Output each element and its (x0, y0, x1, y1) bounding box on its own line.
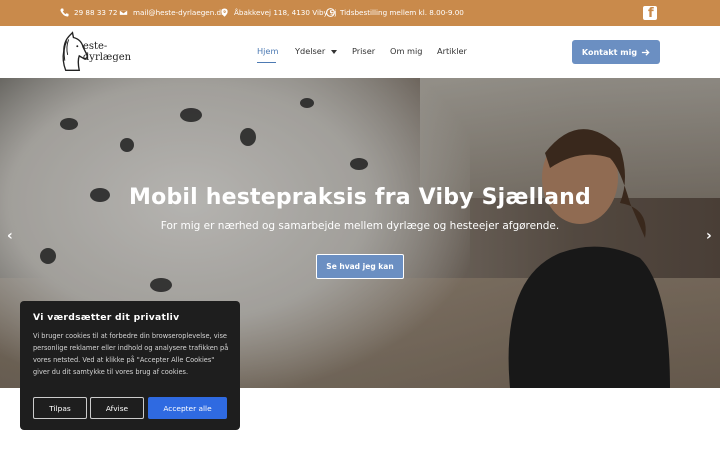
hero-subtitle: For mig er nærhed og samarbejde mellem d… (160, 220, 560, 232)
map-pin-icon (221, 8, 228, 17)
nav-item-priser[interactable]: Priser (352, 46, 375, 56)
cookie-accept-all-button[interactable]: Accepter alle (148, 397, 227, 419)
cookie-reject-button[interactable]: Afvise (90, 397, 144, 419)
phone-item[interactable]: 29 88 33 72 (60, 8, 117, 17)
chevron-down-icon (331, 49, 338, 54)
nav-item-hjem[interactable]: Hjem (257, 46, 279, 63)
site-header: este-dyrlægen Hjem Ydelser Priser Om mig… (0, 26, 720, 78)
nav-label: Hjem (257, 46, 279, 56)
contact-button[interactable]: Kontakt mig (572, 40, 660, 64)
clock-icon (326, 8, 335, 17)
cookie-customize-button[interactable]: Tilpas (33, 397, 87, 419)
nav-label: Om mig (390, 46, 423, 56)
nav-label: Priser (352, 46, 376, 56)
logo-text: este-dyrlægen (82, 41, 132, 63)
see-services-button[interactable]: Se hvad jeg kan (316, 254, 404, 279)
site-logo[interactable]: este-dyrlægen (58, 30, 153, 74)
hours-item: Tidsbestilling mellem kl. 8.00-9.00 (326, 8, 464, 17)
nav-label: Artikler (437, 46, 467, 56)
hours-text: Tidsbestilling mellem kl. 8.00-9.00 (340, 8, 464, 17)
facebook-icon[interactable]: f (643, 6, 657, 21)
nav-item-om-mig[interactable]: Om mig (390, 46, 422, 56)
cookie-body: Vi bruger cookies til at forbedre din br… (33, 332, 229, 376)
top-info-bar: 29 88 33 72 mail@heste-dyrlaegen.dk Åbak… (0, 0, 720, 26)
address-item: Åbakkevej 118, 4130 Viby Sj (220, 8, 337, 17)
contact-button-label: Kontakt mig (581, 47, 638, 57)
active-underline (257, 62, 276, 63)
cookie-title: Vi værdsætter dit privatliv (33, 312, 180, 323)
cookie-consent-dialog: Vi værdsætter dit privatliv Vi bruger co… (20, 301, 240, 430)
hero-title: Mobil hestepraksis fra Viby Sjælland (129, 185, 591, 210)
nav-item-artikler[interactable]: Artikler (437, 46, 467, 56)
email-item[interactable]: mail@heste-dyrlaegen.dk (119, 8, 225, 17)
nav-label: Ydelser (295, 46, 326, 56)
address-text: Åbakkevej 118, 4130 Viby Sj (234, 8, 337, 17)
phone-text: 29 88 33 72 (74, 8, 118, 17)
envelope-icon (119, 9, 128, 16)
slider-next-arrow-icon[interactable]: › (706, 228, 712, 244)
email-text: mail@heste-dyrlaegen.dk (133, 8, 226, 17)
phone-icon (60, 8, 69, 17)
slider-prev-arrow-icon[interactable]: ‹ (7, 228, 13, 244)
arrow-right-icon (642, 48, 650, 56)
nav-item-ydelser[interactable]: Ydelser (295, 46, 338, 56)
